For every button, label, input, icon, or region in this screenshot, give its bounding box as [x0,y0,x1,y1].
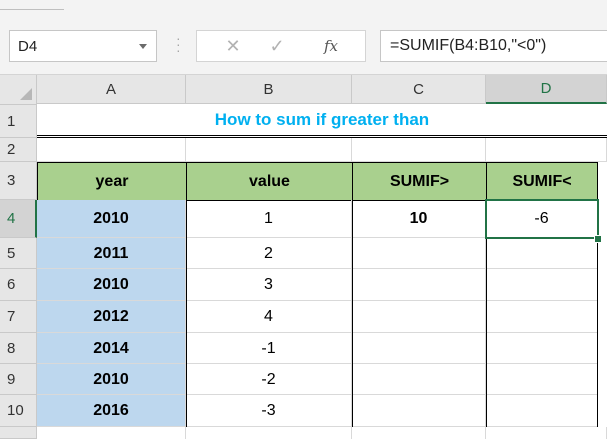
more-options-icon: · · · [176,30,181,58]
row-header-6[interactable]: 6 [0,269,37,301]
year-cell[interactable]: 2010 [37,269,186,301]
cell-b2[interactable] [186,138,352,162]
sumif-greater-result[interactable]: 10 [352,200,486,238]
cell-c10[interactable] [352,395,486,427]
table-border [352,200,353,427]
row-header-1[interactable]: 1 [0,105,37,138]
value-cell[interactable]: 4 [186,301,352,333]
value-cell[interactable]: 3 [186,269,352,301]
formula-bar: D4 · · · ✕ ✓ fx =SUMIF(B4:B10,"<0") [0,22,607,74]
value-cell[interactable]: 1 [186,200,352,238]
year-cell[interactable]: 2010 [37,200,186,238]
cell-c7[interactable] [352,301,486,333]
ribbon-underline [0,9,64,10]
cell-d10[interactable] [486,395,598,427]
row-header-10[interactable]: 10 [0,395,37,427]
select-all-icon [20,88,32,100]
year-cell[interactable]: 2010 [37,364,186,395]
cell-d5[interactable] [486,238,598,269]
column-header-a[interactable]: A [37,75,186,104]
sumif-less-result[interactable]: -6 [486,200,598,238]
cell-d6[interactable] [486,269,598,301]
cell-d7[interactable] [486,301,598,333]
year-cell[interactable]: 2012 [37,301,186,333]
select-all-corner[interactable] [0,75,37,105]
formula-buttons: ✕ ✓ fx [196,30,366,62]
column-header-d[interactable]: D [486,75,607,104]
row-header-2[interactable]: 2 [0,138,37,162]
cell-a11[interactable] [37,427,186,439]
header-year[interactable]: year [37,162,187,201]
cell-c8[interactable] [352,333,486,364]
row-header-5[interactable]: 5 [0,238,37,269]
column-header-b[interactable]: B [186,75,352,104]
cell-d11[interactable] [486,427,607,439]
table-border [186,200,187,427]
sheet-title[interactable]: How to sum if greater than [37,105,607,138]
insert-function-icon[interactable]: fx [309,31,353,61]
name-box-value: D4 [18,38,38,55]
enter-icon[interactable]: ✓ [255,31,299,61]
row-header-11[interactable] [0,427,37,439]
cancel-icon[interactable]: ✕ [211,31,255,61]
chevron-down-icon[interactable] [139,44,147,49]
row-header-8[interactable]: 8 [0,333,37,364]
cell-c5[interactable] [352,238,486,269]
header-sumif-less[interactable]: SUMIF< [486,162,598,201]
value-cell[interactable]: -1 [186,333,352,364]
row-header-9[interactable]: 9 [0,364,37,395]
table-border [486,200,487,427]
header-sumif-greater[interactable]: SUMIF> [352,162,487,201]
value-cell[interactable]: 2 [186,238,352,269]
header-value[interactable]: value [186,162,353,201]
cell-b11[interactable] [186,427,352,439]
row-header-3[interactable]: 3 [0,162,37,200]
cell-c6[interactable] [352,269,486,301]
name-box[interactable]: D4 [9,30,157,62]
cell-d2[interactable] [486,138,607,162]
ribbon-edge [0,0,607,23]
formula-input[interactable]: =SUMIF(B4:B10,"<0") [380,30,607,62]
year-cell[interactable]: 2011 [37,238,186,269]
cell-d9[interactable] [486,364,598,395]
cell-c2[interactable] [352,138,486,162]
cell-d8[interactable] [486,333,598,364]
row-header-4[interactable]: 4 [0,200,37,238]
cell-c11[interactable] [352,427,486,439]
fill-handle[interactable] [594,235,602,243]
value-cell[interactable]: -2 [186,364,352,395]
cell-c9[interactable] [352,364,486,395]
column-header-c[interactable]: C [352,75,486,104]
cell-a2[interactable] [37,138,186,162]
worksheet-grid: A B C D 1 2 3 4 5 6 7 8 9 10 How to sum … [0,74,607,439]
year-cell[interactable]: 2014 [37,333,186,364]
row-header-7[interactable]: 7 [0,301,37,333]
year-cell[interactable]: 2016 [37,395,186,427]
value-cell[interactable]: -3 [186,395,352,427]
